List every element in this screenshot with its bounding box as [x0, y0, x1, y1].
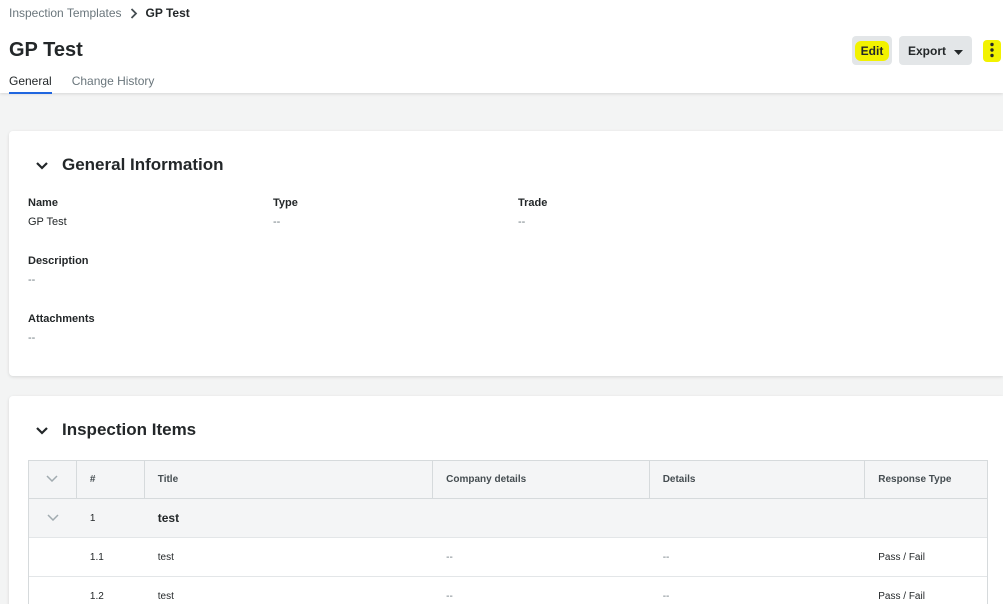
type-label: Type [273, 197, 298, 209]
chevron-down-icon [36, 420, 48, 440]
item-response-type: Pass / Fail [878, 590, 925, 602]
chevron-down-icon [46, 474, 58, 485]
type-value: -- [273, 216, 281, 228]
trade-value: -- [518, 216, 526, 228]
expand-all-toggle[interactable] [29, 461, 77, 498]
section-title: Inspection Items [62, 420, 197, 439]
tab-general[interactable]: General [9, 73, 52, 94]
table-row[interactable]: 1.1 test -- -- Pass / Fail [29, 538, 987, 577]
column-header-title[interactable]: Title [145, 461, 434, 498]
table-group-row[interactable]: 1 test [29, 499, 987, 538]
tab-bar: General Change History [9, 73, 154, 94]
general-information-card: General Information Name GP Test Type --… [9, 131, 1003, 376]
edit-button-label: Edit [854, 40, 890, 61]
page-title: GP Test [9, 39, 83, 61]
item-number: 1.2 [89, 590, 104, 602]
column-header-response-type[interactable]: Response Type [865, 461, 987, 498]
column-header-details[interactable]: Details [650, 461, 866, 498]
tab-change-history[interactable]: Change History [72, 73, 155, 94]
inspection-items-toggle[interactable]: Inspection Items [36, 420, 196, 440]
breadcrumb-current: GP Test [145, 6, 190, 20]
vertical-dots-icon [990, 42, 994, 61]
column-header-number[interactable]: # [77, 461, 145, 498]
item-title: test [157, 590, 174, 602]
group-toggle[interactable] [29, 499, 77, 537]
name-label: Name [28, 197, 58, 209]
item-details: -- [662, 590, 670, 602]
page-header: Inspection Templates GP Test GP Test Gen… [0, 0, 1003, 94]
inspection-items-card: Inspection Items # Title Company details… [9, 396, 1003, 604]
item-number: 1.1 [89, 551, 104, 563]
breadcrumb-parent-link[interactable]: Inspection Templates [9, 6, 122, 20]
general-information-toggle[interactable]: General Information [36, 155, 224, 175]
edit-button[interactable]: Edit [852, 36, 892, 65]
more-options-button[interactable] [983, 40, 1001, 62]
table-header-row: # Title Company details Details Response… [29, 461, 987, 499]
table-row[interactable]: 1.2 test -- -- Pass / Fail [29, 577, 987, 604]
section-title: General Information [62, 155, 224, 174]
trade-label: Trade [518, 197, 548, 209]
inspection-items-table: # Title Company details Details Response… [28, 460, 988, 604]
breadcrumb: Inspection Templates GP Test [9, 6, 190, 20]
column-header-company-details[interactable]: Company details [433, 461, 650, 498]
export-button[interactable]: Export [899, 36, 972, 65]
description-label: Description [28, 255, 89, 267]
item-response-type: Pass / Fail [878, 551, 925, 563]
attachments-value: -- [28, 332, 36, 344]
description-value: -- [28, 274, 36, 286]
export-button-label: Export [907, 43, 946, 58]
item-title: test [157, 551, 174, 563]
chevron-right-icon [130, 7, 138, 19]
item-company-details: -- [446, 590, 453, 602]
item-company-details: -- [446, 551, 453, 563]
item-details: -- [662, 551, 670, 563]
chevron-down-icon [47, 513, 59, 524]
attachments-label: Attachments [28, 313, 95, 325]
chevron-down-icon [36, 155, 48, 175]
group-number: 1 [89, 512, 96, 524]
caret-down-icon [954, 44, 963, 58]
name-value: GP Test [28, 216, 67, 228]
group-title: test [157, 511, 180, 525]
